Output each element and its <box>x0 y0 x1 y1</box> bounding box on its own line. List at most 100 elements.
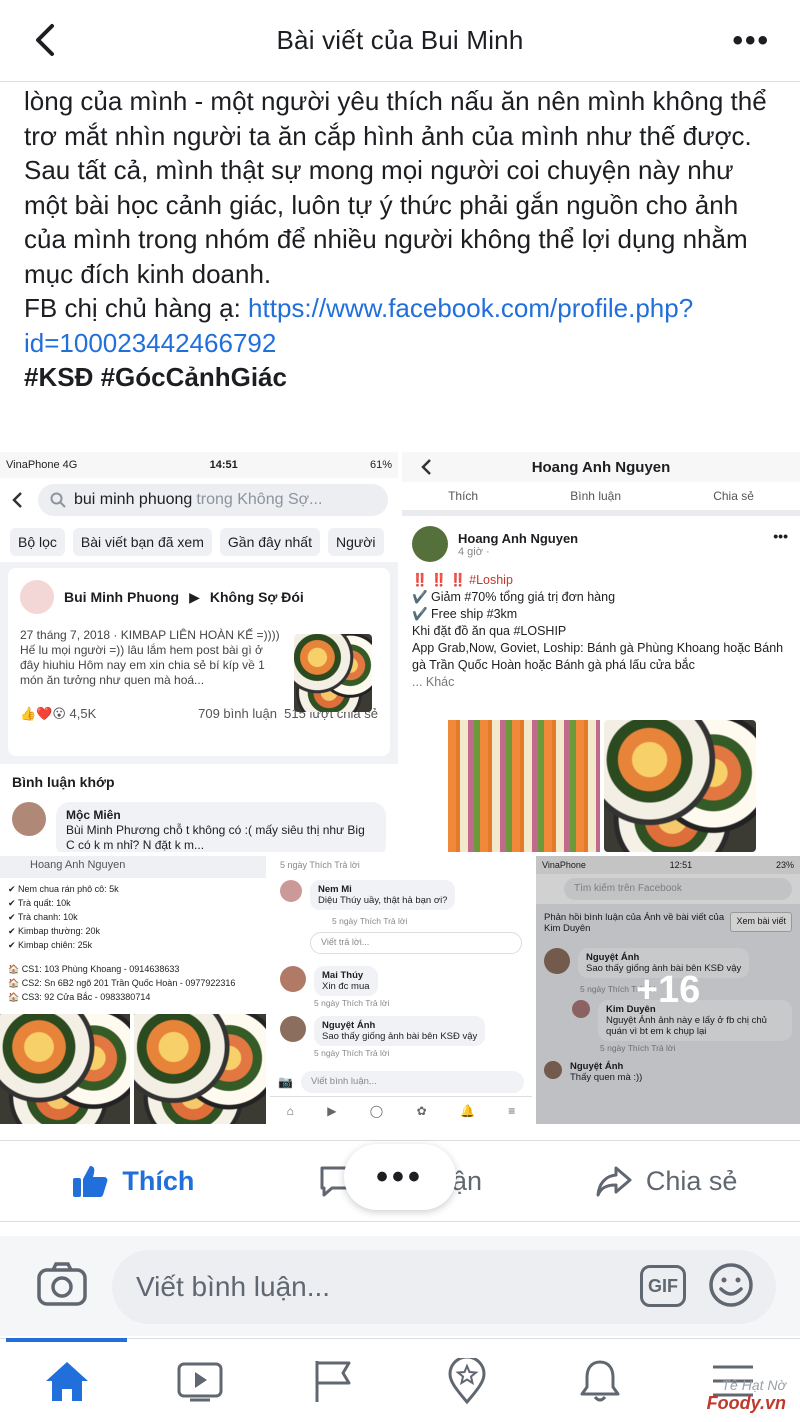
comment-meta: 5 ngày Thích Trả lời <box>314 1048 390 1058</box>
more-icon: ••• <box>773 528 788 544</box>
search-bar: bui minh phuong trong Không Sợ... <box>0 478 398 522</box>
fb-prefix: FB chị chủ hàng ạ: <box>24 293 249 323</box>
store-address: 🏠 CS2: Sn 6B2 ngõ 201 Trần Quốc Hoàn - 0… <box>8 978 236 988</box>
flag-icon <box>315 1360 351 1402</box>
more-actions-bubble[interactable]: ••• <box>344 1144 456 1210</box>
kimbap-chopsticks-photo <box>134 1014 266 1124</box>
menu-item: ✔ Kimbap thường: 20k <box>8 926 101 936</box>
watermark-text: Tề Hạt Nờ <box>721 1377 786 1393</box>
post-text-area: lòng của mình - một người yêu thích nấu … <box>0 82 800 444</box>
commenter-name: Nem Mi <box>318 884 352 895</box>
comment-text: Xin đc mua <box>322 981 370 992</box>
tab-notifications[interactable] <box>533 1339 666 1422</box>
store-address: 🏠 CS1: 103 Phùng Khoang - 0914638633 <box>8 964 180 974</box>
phone-status-bar: VinaPhone 4G 14:51 61% <box>0 452 398 478</box>
comment-text: Diệu Thúy uầy, thật hả bạn ơi? <box>318 895 448 906</box>
post-line-1: ‼️ ‼️ ‼️ #Loship <box>412 573 513 587</box>
share-arrow-icon <box>596 1166 632 1197</box>
like-button[interactable]: Thích <box>0 1164 267 1198</box>
comment-composer: Viết bình luận... GIF <box>0 1236 800 1336</box>
page-title: Bài viết của Bui Minh <box>276 25 524 55</box>
clock-label: 14:51 <box>209 459 238 471</box>
thumbs-up-icon <box>73 1166 108 1197</box>
photo-tile-3[interactable]: Hoang Anh Nguyen ✔ Nem chua rán phô cô: … <box>0 856 266 1124</box>
chip-recent: Gần đây nhất <box>219 528 320 556</box>
ingredients-photo <box>448 720 600 852</box>
post-paragraph-2: Sau tất cả, mình thật sự mong mọi người … <box>24 155 748 289</box>
search-hint: trong Không Sợ... <box>196 491 323 508</box>
top-bar: Bài viết của Bui Minh ••• <box>0 0 800 82</box>
matched-comment-section: Bình luận khớp Mộc Miên Bùi Minh Phương … <box>0 764 398 852</box>
battery-label: 61% <box>369 459 392 471</box>
camera-icon: 📷 <box>278 1075 293 1089</box>
comment-text: Bùi Minh Phương chỗ t không có :( mấy si… <box>66 823 365 852</box>
gif-button[interactable]: GIF <box>640 1265 686 1307</box>
home-icon: ⌂ <box>286 1103 294 1118</box>
carrier-label: VinaPhone 4G <box>6 459 78 471</box>
store-address: 🏠 CS3: 92 Cửa Bắc - 0983380714 <box>8 992 151 1002</box>
avatar <box>280 1016 306 1042</box>
comment-meta: 5 ngày Thích Trả lời <box>314 998 390 1008</box>
post-fb-line: FB chị chủ hàng ạ: https://www.facebook.… <box>24 291 784 360</box>
commenter-name: Nguyệt Ánh <box>322 1020 376 1031</box>
post-line-5: App Grab,Now, Goviet, Loship: Bánh gà Ph… <box>412 641 784 672</box>
share-label: Chia sẻ <box>645 1165 738 1196</box>
reply-input: Viết trả lời... <box>310 932 522 954</box>
result-card: Bui Minh Phuong ▶ Không Sợ Đói 27 tháng … <box>8 568 390 756</box>
post-line-3: ✔️ Free ship #3km <box>412 607 518 621</box>
like-label: Thích <box>122 1165 195 1196</box>
reaction-count: 👍❤️😮 4,5K <box>20 706 97 721</box>
post-paragraph-1: lòng của mình - một người yêu thích nấu … <box>24 86 767 151</box>
comment-input: Viết bình luận... <box>300 1071 524 1093</box>
camera-icon[interactable] <box>36 1260 88 1308</box>
video-icon <box>177 1362 223 1401</box>
comment-input[interactable]: Viết bình luận... GIF <box>112 1250 776 1324</box>
groups-icon: ✿ <box>416 1103 427 1118</box>
comment-meta: 5 ngày Thích Trả lời <box>280 860 360 870</box>
bell-icon <box>580 1360 620 1401</box>
avatar <box>412 526 448 562</box>
comment-text: Sao thấy giống ảnh bài bên KSĐ vậy <box>322 1031 478 1042</box>
author-name: Bui Minh Phuong <box>64 589 180 605</box>
location-star-icon <box>448 1357 486 1404</box>
tab-pages[interactable] <box>267 1339 400 1422</box>
menu-item: ✔ Nem chua rán phô cô: 5k <box>8 884 119 894</box>
search-field: bui minh phuong trong Không Sợ... <box>38 484 388 516</box>
author-name: Hoang Anh Nguyen <box>458 530 579 546</box>
post-hashtags[interactable]: #KSĐ #GócCảnhGiác <box>24 360 784 395</box>
menu-item: ✔ Kimbap chiên: 25k <box>8 940 93 950</box>
watermark: Tề Hạt Nờ Foody.vn <box>707 1377 786 1414</box>
photo-tile-2[interactable]: Hoang Anh Nguyen Thích Bình luận Chia sẻ… <box>402 452 800 852</box>
emoji-icon[interactable] <box>708 1262 754 1308</box>
profile-icon: ◯ <box>369 1103 384 1118</box>
tab-menu[interactable]: Tề Hạt Nờ Foody.vn <box>667 1339 800 1422</box>
post-line-2: ✔️ Giảm #70% tổng giá trị đơn hàng <box>412 590 616 604</box>
tab-marketplace[interactable] <box>400 1339 533 1422</box>
chip-filter: Bộ lọc <box>10 528 65 556</box>
search-query: Hoang Anh Nguyen <box>30 859 126 871</box>
tab-home[interactable] <box>0 1338 133 1422</box>
back-arrow-icon[interactable] <box>28 20 64 60</box>
filter-chips: Bộ lọc Bài viết bạn đã xem Gần đây nhất … <box>0 522 398 562</box>
more-options-button[interactable]: ••• <box>732 26 770 56</box>
avatar <box>280 966 306 992</box>
more-photos-overlay[interactable]: +16 <box>536 856 800 1124</box>
arrow-icon: ▶ <box>189 588 200 605</box>
menu-item: ✔ Trà quất: 10k <box>8 898 71 908</box>
photo-tile-1[interactable]: VinaPhone 4G 14:51 61% bui minh phuong t… <box>0 452 398 852</box>
like-action: Thích <box>448 489 479 503</box>
bell-icon: 🔔 <box>459 1103 475 1118</box>
back-arrow-icon <box>421 459 431 475</box>
photo-tile-5[interactable]: VinaPhone 12:51 23% Tìm kiếm trên Facebo… <box>536 856 800 1124</box>
post-snippet: 27 tháng 7, 2018 · KIMBAP LIÊN HOÀN KẾ =… <box>20 628 280 687</box>
avatar <box>20 580 54 614</box>
tab-watch[interactable] <box>133 1339 266 1422</box>
share-button[interactable]: Chia sẻ <box>533 1164 800 1198</box>
commenter-name: Mộc Miên <box>66 808 121 822</box>
kimbap-thumbnail <box>294 634 372 712</box>
home-icon <box>45 1361 88 1401</box>
kimbap-photo <box>0 1014 130 1124</box>
photo-tile-4[interactable]: 5 ngày Thích Trả lời Nem Mi Diệu Thúy uầ… <box>270 856 532 1124</box>
comment-count: 709 bình luận <box>198 706 277 721</box>
watermark-brand: Foody.vn <box>706 1393 786 1413</box>
